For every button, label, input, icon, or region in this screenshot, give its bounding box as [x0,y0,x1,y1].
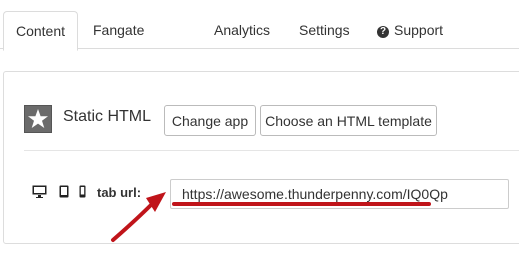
tab-analytics[interactable]: Analytics [214,12,270,49]
section-divider [24,150,519,151]
tablet-icon[interactable] [59,185,69,198]
tab-bar: Content Fangate Analytics Settings ? Supp… [0,0,519,51]
tab-content[interactable]: Content [3,11,78,51]
app-settings-panel [3,71,519,244]
tab-support-label: Support [394,22,444,38]
star-icon [24,105,52,133]
tab-support[interactable]: ? Support [377,12,443,49]
question-circle-icon: ? [377,26,389,38]
desktop-icon[interactable] [32,185,47,198]
choose-template-button[interactable]: Choose an HTML template [260,105,437,136]
highlight-arrow-icon [111,192,166,242]
phone-icon[interactable] [79,185,86,198]
change-app-button[interactable]: Change app [164,105,256,136]
app-title: Static HTML [63,108,152,125]
tab-settings[interactable]: Settings [299,12,350,49]
tab-fangate[interactable]: Fangate [93,12,144,49]
highlight-underline [172,202,431,206]
